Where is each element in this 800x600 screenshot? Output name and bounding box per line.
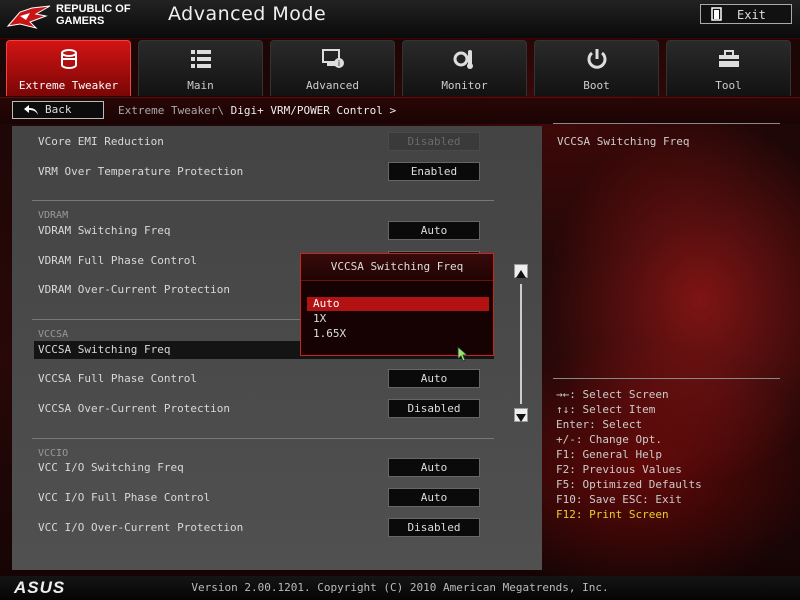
footer-bar: ASUS Version 2.00.1201. Copyright (C) 20…: [0, 576, 800, 600]
vdram-ocp-label[interactable]: VDRAM Over-Current Protection: [38, 283, 230, 296]
back-button[interactable]: Back: [12, 101, 104, 119]
list-icon: [190, 50, 211, 68]
help-divider: [553, 123, 780, 124]
vdram-freq-label[interactable]: VDRAM Switching Freq: [38, 224, 170, 237]
popup-title: VCCSA Switching Freq: [301, 254, 493, 281]
vccsa-phase-value[interactable]: Auto: [388, 369, 480, 388]
vccio-section-label: VCCIO: [38, 448, 69, 459]
power-icon: [587, 49, 606, 69]
tab-tool[interactable]: Tool: [666, 40, 791, 96]
advanced-icon: i: [321, 49, 344, 68]
arrow-down-icon: [516, 414, 526, 422]
monitor-icon: [453, 50, 473, 69]
vccio-freq-value[interactable]: Auto: [388, 458, 480, 477]
tab-label: Extreme Tweaker: [18, 79, 119, 92]
rog-logo-icon: [6, 5, 51, 29]
back-label: Back: [45, 103, 72, 116]
scrollbar-track[interactable]: [520, 284, 522, 404]
mode-title: Advanced Mode: [168, 3, 327, 25]
vccio-ocp-label[interactable]: VCC I/O Over-Current Protection: [38, 521, 243, 534]
option-auto[interactable]: Auto: [307, 297, 489, 311]
key-line-print-screen: F12: Print Screen: [556, 508, 669, 521]
vrm-temp-value[interactable]: Enabled: [388, 162, 480, 181]
vccio-phase-value[interactable]: Auto: [388, 488, 480, 507]
mouse-cursor-icon: [457, 346, 469, 362]
key-legend: →←: Select Screen ↑↓: Select Item Enter:…: [553, 378, 780, 522]
scroll-up-button[interactable]: [514, 264, 528, 278]
options-popup: VCCSA Switching Freq Auto 1X 1.65X: [300, 253, 494, 356]
vccio-phase-label[interactable]: VCC I/O Full Phase Control: [38, 491, 210, 504]
key-line: →←: Select Screen: [556, 388, 669, 401]
tweaker-icon: [60, 49, 77, 69]
vrm-temp-label[interactable]: VRM Over Temperature Protection: [38, 165, 243, 178]
scroll-down-button[interactable]: [514, 408, 528, 422]
back-arrow-icon: [24, 105, 38, 115]
breadcrumb-parent[interactable]: Extreme Tweaker\: [118, 104, 224, 117]
tab-main[interactable]: Main: [138, 40, 263, 96]
vcore-emi-label: VCore EMI Reduction: [38, 135, 164, 148]
header-bar: REPUBLIC OF GAMERS Advanced Mode Exit: [0, 0, 800, 39]
help-title: VCCSA Switching Freq: [557, 135, 690, 148]
version-text: Version 2.00.1201. Copyright (C) 2010 Am…: [191, 581, 609, 594]
vdram-freq-value[interactable]: Auto: [388, 221, 480, 240]
vccsa-ocp-value[interactable]: Disabled: [388, 399, 480, 418]
tab-label: Tool: [715, 79, 742, 92]
vccsa-freq-label[interactable]: VCCSA Switching Freq: [38, 343, 170, 356]
key-line: Enter: Select: [556, 418, 643, 431]
option-1x[interactable]: 1X: [307, 312, 489, 326]
tab-label: Monitor: [441, 79, 488, 92]
brand-line2: GAMERS: [56, 15, 105, 27]
vccio-ocp-value[interactable]: Disabled: [388, 518, 480, 537]
key-line: ↑↓: Select Item: [556, 403, 656, 416]
vccsa-section-label: VCCSA: [38, 329, 69, 340]
tab-boot[interactable]: Boot: [534, 40, 659, 96]
breadcrumb-current: Digi+ VRM/POWER Control >: [230, 104, 397, 117]
key-line: +/-: Change Opt.: [556, 433, 662, 446]
option-1-65x[interactable]: 1.65X: [307, 327, 489, 341]
vccsa-ocp-label[interactable]: VCCSA Over-Current Protection: [38, 402, 230, 415]
tab-extreme-tweaker[interactable]: Extreme Tweaker: [6, 40, 131, 96]
vcore-emi-value: Disabled: [388, 132, 480, 151]
vccsa-phase-label[interactable]: VCCSA Full Phase Control: [38, 372, 197, 385]
key-line: F2: Previous Values: [556, 463, 682, 476]
vdram-phase-label[interactable]: VDRAM Full Phase Control: [38, 254, 197, 267]
key-line: F10: Save ESC: Exit: [556, 493, 682, 506]
key-line: F5: Optimized Defaults: [556, 478, 702, 491]
key-line: F1: General Help: [556, 448, 662, 461]
brand-line1: REPUBLIC OF: [56, 3, 131, 15]
vdram-section-label: VDRAM: [38, 210, 69, 221]
exit-button[interactable]: Exit: [700, 4, 792, 24]
svg-text:i: i: [337, 59, 339, 68]
breadcrumb: Extreme Tweaker\ Digi+ VRM/POWER Control…: [118, 104, 396, 117]
breadcrumb-bar: Back Extreme Tweaker\ Digi+ VRM/POWER Co…: [0, 97, 800, 124]
tab-label: Boot: [583, 79, 610, 92]
divider: [32, 438, 494, 439]
toolbox-icon: [718, 50, 739, 67]
divider: [32, 200, 494, 201]
tab-label: Advanced: [306, 79, 359, 92]
tab-advanced[interactable]: i Advanced: [270, 40, 395, 96]
exit-door-icon: [711, 7, 722, 21]
tab-label: Main: [187, 79, 214, 92]
tab-bar: Extreme Tweaker Main i Advanced Monitor …: [6, 40, 796, 96]
tab-monitor[interactable]: Monitor: [402, 40, 527, 96]
exit-label: Exit: [737, 8, 766, 22]
vccio-freq-label[interactable]: VCC I/O Switching Freq: [38, 461, 184, 474]
arrow-up-icon: [516, 270, 526, 278]
brand-name: REPUBLIC OF GAMERS: [56, 3, 131, 27]
